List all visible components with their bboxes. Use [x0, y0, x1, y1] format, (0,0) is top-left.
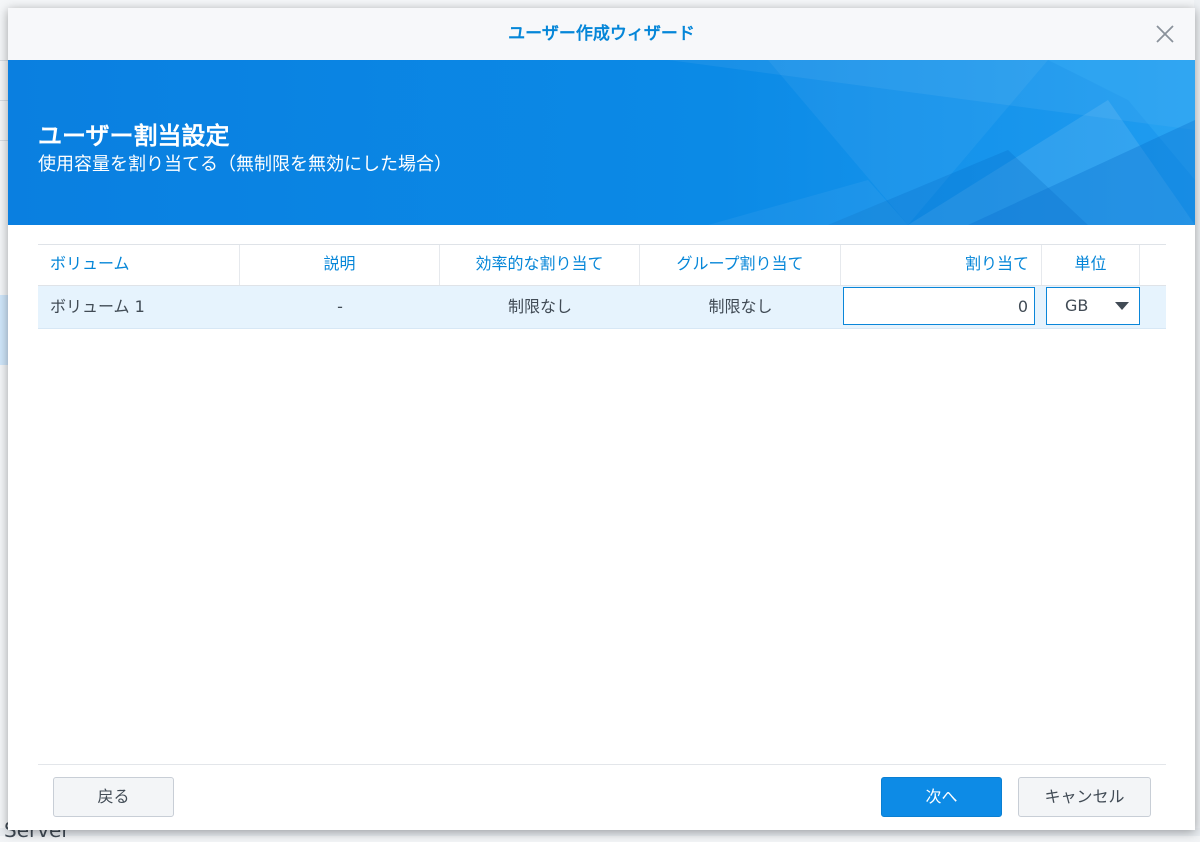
cancel-button[interactable]: キャンセル — [1018, 777, 1151, 817]
description-cell: - — [337, 297, 343, 316]
column-header-group-quota[interactable]: グループ割り当て — [640, 245, 841, 285]
table-row[interactable]: ボリューム 1 - 制限なし 制限なし GB — [38, 286, 1166, 329]
column-header-quota[interactable]: 割り当て — [841, 245, 1042, 285]
grid-header: ボリューム 説明 効率的な割り当て グループ割り当て 割り当て 単位 — [38, 244, 1166, 286]
effective-quota-cell: 制限なし — [507, 297, 572, 316]
quota-input[interactable] — [843, 287, 1035, 325]
unit-select[interactable]: GB — [1046, 287, 1140, 325]
unit-select-value: GB — [1065, 296, 1089, 315]
dialog-title: ユーザー作成ウィザード — [508, 24, 695, 44]
banner-title: ユーザー割当設定 — [38, 122, 230, 150]
group-quota-cell: 制限なし — [708, 297, 773, 316]
column-header-description[interactable]: 説明 — [240, 245, 440, 285]
volume-cell: ボリューム 1 — [50, 297, 145, 316]
background-divider — [0, 140, 8, 141]
unit-cell: GB — [1042, 286, 1140, 328]
column-header-unit[interactable]: 単位 — [1042, 245, 1140, 285]
user-creation-wizard-dialog: ユーザー作成ウィザード ユーザー割当設定 使用容量を割り当てる（無制限を無効にし… — [8, 8, 1195, 830]
column-header-effective-quota[interactable]: 効率的な割り当て — [440, 245, 640, 285]
footer-divider — [38, 764, 1166, 765]
column-header-volume[interactable]: ボリューム — [38, 245, 240, 285]
back-button[interactable]: 戻る — [53, 777, 174, 817]
dialog-titlebar: ユーザー作成ウィザード — [8, 8, 1195, 61]
row-spacer — [1140, 286, 1166, 328]
banner-subtitle: 使用容量を割り当てる（無制限を無効にした場合） — [38, 154, 452, 175]
column-header-spacer — [1140, 245, 1166, 285]
background-divider — [0, 60, 8, 61]
wizard-banner: ユーザー割当設定 使用容量を割り当てる（無制限を無効にした場合） — [8, 60, 1195, 225]
next-button[interactable]: 次へ — [881, 777, 1002, 817]
close-icon — [1156, 25, 1174, 43]
quota-cell — [841, 286, 1042, 328]
chevron-down-icon — [1115, 302, 1129, 310]
quota-grid: ボリューム 説明 効率的な割り当て グループ割り当て 割り当て 単位 ボリューム… — [38, 244, 1166, 329]
close-button[interactable] — [1151, 20, 1179, 48]
background-selected-item — [0, 295, 8, 365]
background-divider — [0, 100, 8, 101]
